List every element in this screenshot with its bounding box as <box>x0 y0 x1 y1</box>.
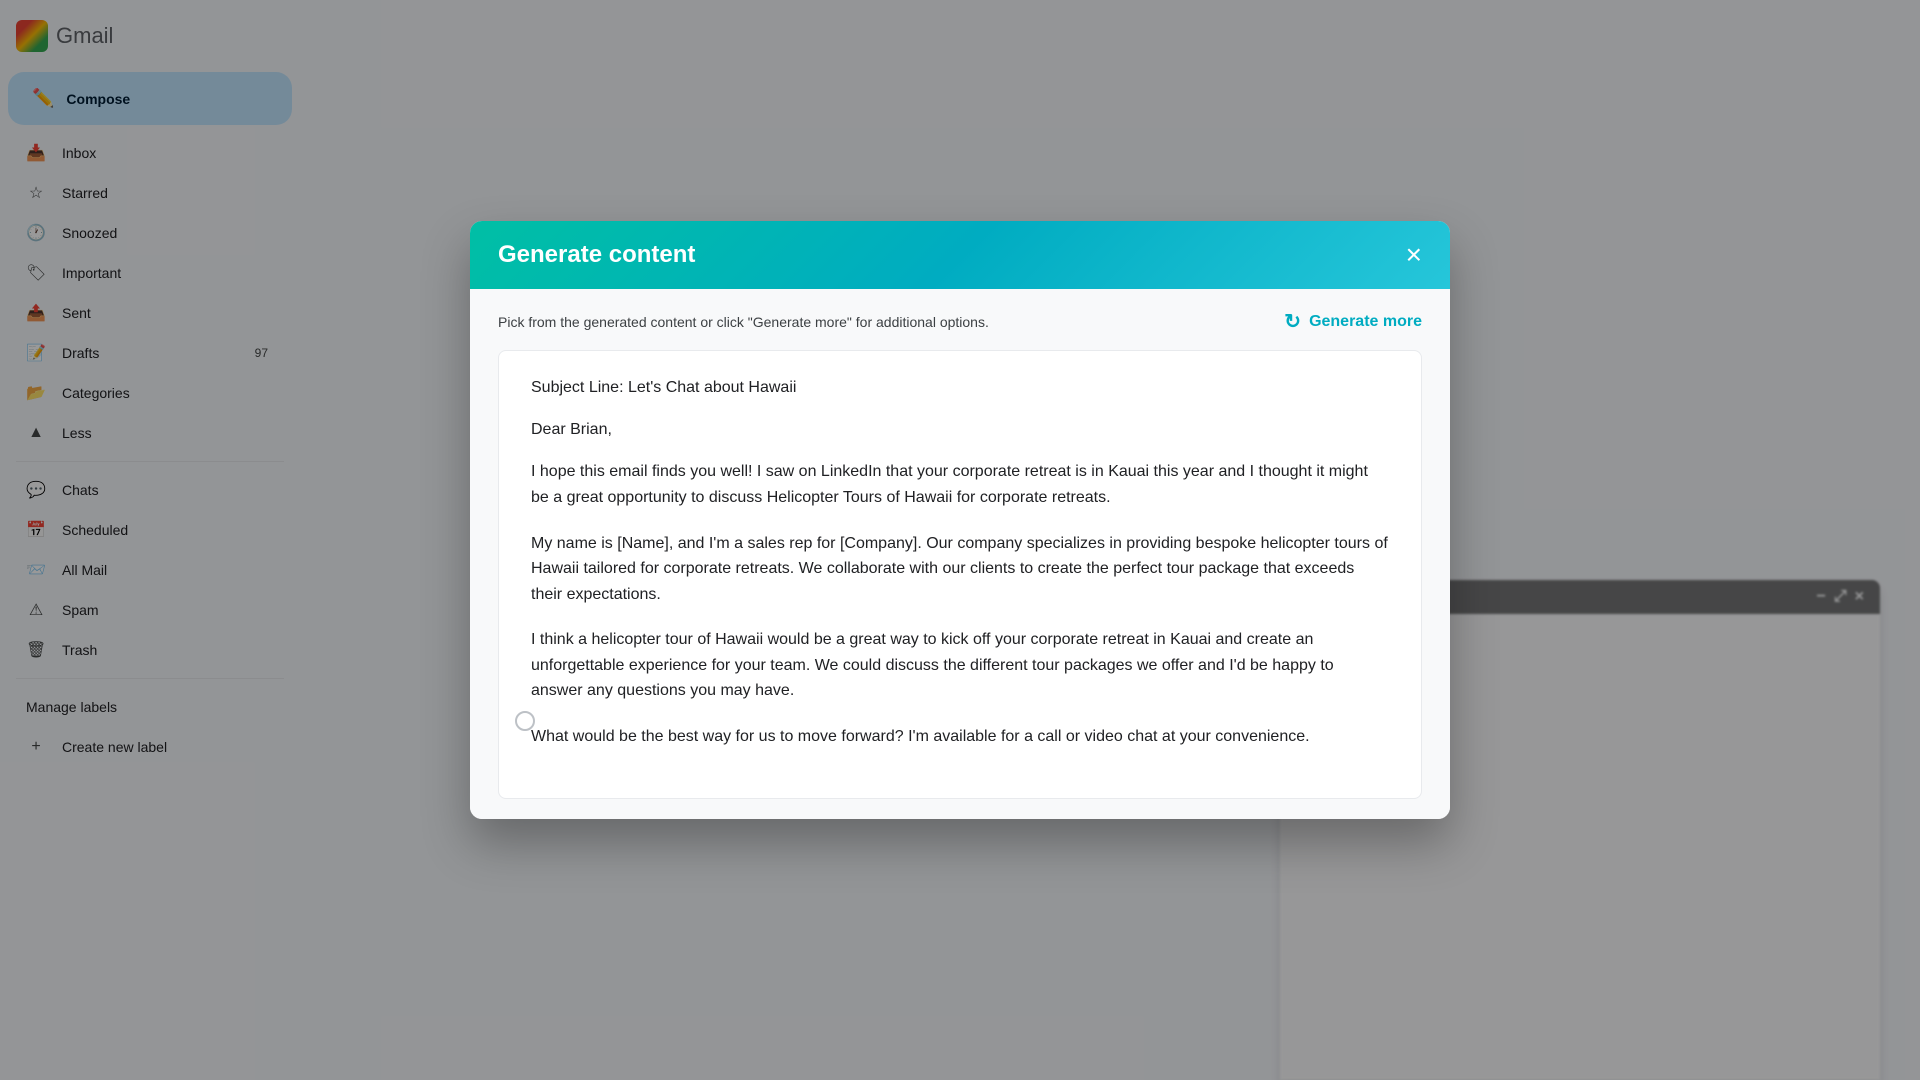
modal-close-button[interactable]: × <box>1406 241 1422 269</box>
generate-content-modal: Generate content × Pick from the generat… <box>470 221 1450 818</box>
email-paragraph-3: I think a helicopter tour of Hawaii woul… <box>531 627 1389 704</box>
email-greeting: Dear Brian, <box>531 421 1389 439</box>
modal-body: Pick from the generated content or click… <box>470 289 1450 818</box>
email-paragraph-4: What would be the best way for us to mov… <box>531 724 1389 750</box>
generate-more-button[interactable]: ↻ Generate more <box>1284 309 1422 334</box>
email-content-card[interactable]: Subject Line: Let's Chat about Hawaii De… <box>498 350 1422 798</box>
modal-header: Generate content × <box>470 221 1450 289</box>
modal-title: Generate content <box>498 241 695 269</box>
email-subject-line: Subject Line: Let's Chat about Hawaii <box>531 379 1389 397</box>
generate-more-label: Generate more <box>1309 313 1422 331</box>
email-paragraph-1: I hope this email finds you well! I saw … <box>531 459 1389 510</box>
modal-instruction-text: Pick from the generated content or click… <box>498 314 989 330</box>
gmail-app: Gmail ✏️ Compose 📥 Inbox ☆ Starred 🕐 Sno… <box>0 0 1920 1080</box>
refresh-icon: ↻ <box>1284 309 1301 334</box>
modal-overlay: Generate content × Pick from the generat… <box>0 0 1920 1080</box>
email-paragraph-2: My name is [Name], and I'm a sales rep f… <box>531 531 1389 608</box>
modal-instruction-row: Pick from the generated content or click… <box>498 309 1422 334</box>
